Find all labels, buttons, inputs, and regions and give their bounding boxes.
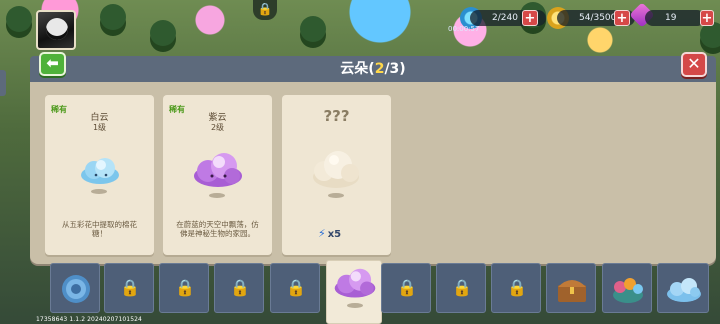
item-card-unknown[interactable]: ??? ⚡ x5 bbox=[282, 95, 391, 255]
item-description: 在蔚蓝的天空中飘荡，仿佛是神秘生物的家园。 bbox=[176, 220, 259, 238]
slot-locked[interactable]: 🔒 bbox=[491, 263, 541, 313]
slot-locked[interactable]: 🔒 bbox=[381, 263, 431, 313]
lock-icon: 🔒 bbox=[230, 278, 250, 297]
tree-decoration bbox=[300, 16, 326, 42]
slot-selected-purple-cloud[interactable] bbox=[326, 260, 382, 324]
player-avatar[interactable] bbox=[36, 10, 76, 50]
gem-value: 19 bbox=[665, 13, 677, 23]
title-current-count: 2 bbox=[374, 61, 385, 77]
add-energy-button[interactable]: + bbox=[522, 10, 538, 26]
side-tab[interactable] bbox=[0, 70, 6, 96]
title-text: 云朵( bbox=[340, 61, 375, 77]
unknown-item-title: ??? bbox=[323, 107, 350, 125]
item-shadow bbox=[347, 303, 363, 308]
blue-portal-icon bbox=[62, 275, 90, 303]
slot-cloud-pile[interactable] bbox=[657, 263, 709, 313]
purple-cloud-icon bbox=[334, 268, 376, 298]
energy-bolt-icon: ⚡ bbox=[318, 227, 326, 240]
lock-icon: 🔒 bbox=[397, 278, 417, 297]
unlock-cost: ⚡ x5 bbox=[318, 227, 341, 240]
lock-icon: 🔒 bbox=[507, 278, 527, 297]
slot-flower-basket[interactable] bbox=[602, 263, 652, 313]
tree-decoration bbox=[100, 4, 126, 30]
back-arrow-icon: ⬅ bbox=[46, 54, 59, 72]
flower-basket-icon bbox=[613, 278, 643, 303]
slot-locked[interactable]: 🔒 bbox=[159, 263, 209, 313]
item-shadow bbox=[91, 189, 107, 194]
gem-counter: 19 bbox=[645, 10, 705, 26]
energy-value: 2/240 bbox=[492, 13, 518, 23]
lock-icon[interactable]: 🔒 bbox=[253, 0, 277, 20]
lock-icon: 🔒 bbox=[120, 278, 140, 297]
white-cloud-icon bbox=[81, 158, 119, 184]
item-card-purple-cloud[interactable]: 稀有 紫云 2级 在蔚蓝的天空中飘荡，仿佛是神秘生物的家园。 bbox=[163, 95, 272, 255]
dialog-title: 云朵(2/3) bbox=[30, 56, 716, 82]
treasure-chest-icon bbox=[558, 280, 586, 302]
back-button[interactable]: ⬅ bbox=[39, 52, 66, 76]
lock-icon: 🔒 bbox=[286, 278, 306, 297]
slot-locked[interactable]: 🔒 bbox=[436, 263, 486, 313]
slot-locked[interactable]: 🔒 bbox=[104, 263, 154, 313]
close-icon: ✕ bbox=[687, 54, 701, 73]
slot-portal[interactable] bbox=[50, 263, 100, 313]
item-card-white-cloud[interactable]: 稀有 白云 1级 从五彩花中提取的棉花糖！ bbox=[45, 95, 154, 255]
item-level: 1级 bbox=[92, 123, 107, 132]
coin-value: 54/3500 bbox=[579, 13, 617, 23]
title-total: /3) bbox=[384, 61, 406, 77]
build-info: 17358643 1.1.2 20240207101524 bbox=[36, 316, 142, 323]
tree-decoration bbox=[6, 6, 32, 32]
slot-locked[interactable]: 🔒 bbox=[270, 263, 320, 313]
purple-cloud-icon bbox=[194, 153, 242, 187]
blue-cloud-pile-icon bbox=[667, 278, 701, 302]
item-level: 2级 bbox=[210, 123, 225, 132]
unknown-cloud-icon bbox=[313, 151, 359, 188]
item-description: 从五彩花中提取的棉花糖！ bbox=[62, 220, 137, 238]
lock-icon: 🔒 bbox=[452, 278, 472, 297]
add-gems-button[interactable]: + bbox=[700, 10, 714, 26]
slot-locked[interactable]: 🔒 bbox=[214, 263, 264, 313]
lock-icon: 🔒 bbox=[175, 278, 195, 297]
energy-timer: 00:00:57 bbox=[448, 25, 480, 33]
item-shadow bbox=[328, 193, 344, 198]
item-shadow bbox=[209, 193, 225, 198]
slot-chest[interactable] bbox=[546, 263, 596, 313]
tree-decoration bbox=[150, 20, 176, 46]
cost-value: x5 bbox=[327, 229, 342, 240]
add-coins-button[interactable]: + bbox=[614, 10, 630, 26]
close-button[interactable]: ✕ bbox=[681, 52, 707, 77]
